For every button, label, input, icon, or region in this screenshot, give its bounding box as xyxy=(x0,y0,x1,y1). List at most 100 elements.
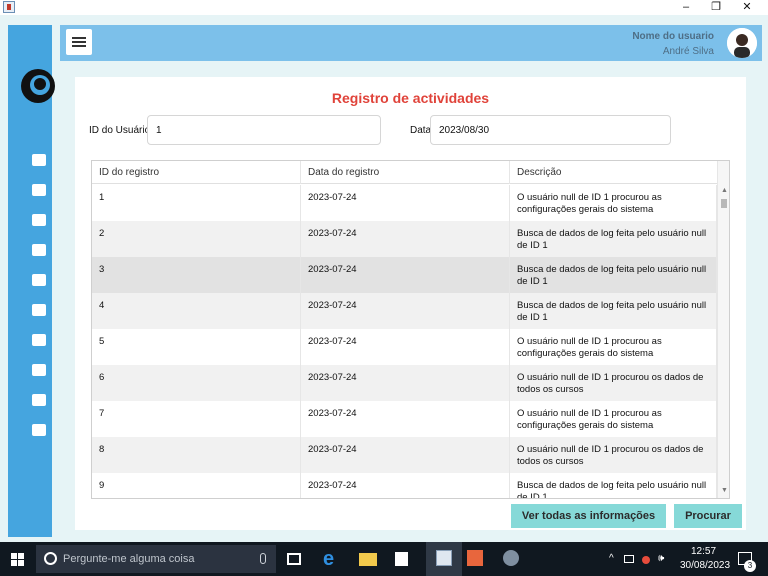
table-row[interactable]: 3 2023-07-24 Busca de dados de log feita p… xyxy=(92,257,717,293)
clock-time[interactable]: 12:57 xyxy=(691,546,716,557)
cell-description: Busca de dados de log feita pelo usuário… xyxy=(510,293,717,329)
store-icon[interactable] xyxy=(395,552,408,566)
cell-id: 5 xyxy=(92,329,301,365)
cell-date: 2023-07-24 xyxy=(301,185,510,221)
cell-id: 1 xyxy=(92,185,301,221)
cell-id: 9 xyxy=(92,473,301,498)
cell-date: 2023-07-24 xyxy=(301,293,510,329)
user-label: Nome do usuario xyxy=(632,31,714,42)
cell-date: 2023-07-24 xyxy=(301,473,510,498)
scroll-up-icon[interactable]: ▲ xyxy=(721,187,728,194)
avatar[interactable] xyxy=(727,28,757,58)
clock-date[interactable]: 30/08/2023 xyxy=(680,560,730,571)
logo-icon xyxy=(21,69,55,103)
calendar-icon[interactable] xyxy=(32,364,46,376)
sidebar xyxy=(8,25,55,537)
window-titlebar: – ❐ ✕ xyxy=(0,0,768,15)
taskbar-search[interactable]: Pergunte-me alguma coisa xyxy=(36,545,276,573)
menu-line xyxy=(72,37,86,39)
cell-date: 2023-07-24 xyxy=(301,221,510,257)
file-explorer-icon[interactable] xyxy=(359,553,377,566)
edge-icon[interactable]: e xyxy=(323,549,341,569)
user-id-field[interactable] xyxy=(147,115,381,145)
app-icon[interactable] xyxy=(503,550,519,566)
table-row[interactable]: 6 2023-07-24 O usuário null de ID 1 procur… xyxy=(92,365,717,401)
column-header-date[interactable]: Data do registro xyxy=(301,161,510,184)
id-card-icon[interactable] xyxy=(32,214,46,226)
java-app-icon xyxy=(3,1,15,13)
cell-description: O usuário null de ID 1 procurou os dados… xyxy=(510,437,717,473)
phone-icon[interactable] xyxy=(32,334,46,346)
table-row[interactable]: 9 2023-07-24 Busca de dados de log feita p… xyxy=(92,473,717,498)
search-doc-icon[interactable] xyxy=(32,394,46,406)
top-header: Nome do usuario André Silva xyxy=(60,25,762,61)
java-icon xyxy=(436,550,452,566)
search-button[interactable]: Procurar xyxy=(674,504,742,528)
image-icon[interactable] xyxy=(32,424,46,436)
cell-id: 3 xyxy=(92,257,301,293)
table-row[interactable]: 5 2023-07-24 O usuário null de ID 1 procur… xyxy=(92,329,717,365)
dashboard-icon[interactable] xyxy=(32,154,46,166)
cell-date: 2023-07-24 xyxy=(301,329,510,365)
notification-count: 3 xyxy=(744,560,756,572)
cell-description: O usuário null de ID 1 procurou as confi… xyxy=(510,185,717,221)
table-row[interactable]: 2 2023-07-24 Busca de dados de log feita p… xyxy=(92,221,717,257)
calculator-icon[interactable] xyxy=(32,274,46,286)
maximize-button[interactable]: ❐ xyxy=(702,0,730,15)
table-scrollbar[interactable]: ▲ ▼ xyxy=(717,161,729,498)
scroll-thumb[interactable] xyxy=(721,199,727,208)
cloud-icon[interactable] xyxy=(32,184,46,196)
page-title: Registro de actividades xyxy=(331,90,490,106)
tray-chevron-icon[interactable]: ^ xyxy=(609,553,614,564)
cell-description: Busca de dados de log feita pelo usuário… xyxy=(510,257,717,293)
graduation-cap-icon[interactable] xyxy=(32,244,46,256)
app-window: Nome do usuario André Silva Registro de … xyxy=(0,15,768,542)
user-name: André Silva xyxy=(662,46,714,57)
cell-date: 2023-07-24 xyxy=(301,257,510,293)
cell-id: 6 xyxy=(92,365,301,401)
cell-date: 2023-07-24 xyxy=(301,437,510,473)
cell-description: Busca de dados de log feita pelo usuário… xyxy=(510,473,717,498)
table-row[interactable]: 8 2023-07-24 O usuário null de ID 1 procur… xyxy=(92,437,717,473)
microphone-icon[interactable] xyxy=(260,553,266,564)
windows-start-icon[interactable] xyxy=(11,553,24,566)
column-header-id[interactable]: ID do registro xyxy=(92,161,301,184)
date-label: Data xyxy=(410,125,432,136)
menu-button[interactable] xyxy=(66,29,92,55)
java-taskbar-button[interactable] xyxy=(426,542,462,576)
cell-description: O usuário null de ID 1 procurou os dados… xyxy=(510,365,717,401)
column-header-description[interactable]: Descrição xyxy=(510,161,717,184)
cortana-icon xyxy=(44,552,57,565)
cell-id: 8 xyxy=(92,437,301,473)
stack-icon[interactable] xyxy=(32,304,46,316)
xampp-icon[interactable] xyxy=(467,550,483,566)
task-view-icon[interactable] xyxy=(287,553,301,565)
cell-id: 7 xyxy=(92,401,301,437)
sound-icon[interactable]: 🕪 xyxy=(658,553,664,564)
menu-line xyxy=(72,41,86,43)
network-icon[interactable] xyxy=(642,556,650,564)
table-body: 1 2023-07-24 O usuário null de ID 1 procur… xyxy=(92,185,717,498)
activity-table: ID do registro Data do registro Descriçã… xyxy=(91,160,730,499)
table-row[interactable]: 4 2023-07-24 Busca de dados de log feita p… xyxy=(92,293,717,329)
table-row[interactable]: 1 2023-07-24 O usuário null de ID 1 procur… xyxy=(92,185,717,221)
cell-description: O usuário null de ID 1 procurou as confi… xyxy=(510,329,717,365)
user-id-label: ID do Usuário xyxy=(89,125,151,136)
cell-description: O usuário null de ID 1 procurou as confi… xyxy=(510,401,717,437)
view-all-button[interactable]: Ver todas as informações xyxy=(511,504,666,528)
table-header: ID do registro Data do registro Descriçã… xyxy=(92,161,717,184)
battery-icon[interactable] xyxy=(624,555,634,563)
cell-description: Busca de dados de log feita pelo usuário… xyxy=(510,221,717,257)
table-row[interactable]: 7 2023-07-24 O usuário null de ID 1 procur… xyxy=(92,401,717,437)
cell-id: 4 xyxy=(92,293,301,329)
main-panel: Registro de actividades ID do Usuário Da… xyxy=(75,77,746,530)
cell-id: 2 xyxy=(92,221,301,257)
taskbar: Pergunte-me alguma coisa e ^ 🕪 12:57 30/… xyxy=(0,542,768,576)
cell-date: 2023-07-24 xyxy=(301,365,510,401)
minimize-button[interactable]: – xyxy=(672,0,700,15)
close-button[interactable]: ✕ xyxy=(733,0,761,15)
cell-date: 2023-07-24 xyxy=(301,401,510,437)
scroll-down-icon[interactable]: ▼ xyxy=(721,487,728,494)
date-field[interactable] xyxy=(430,115,671,145)
menu-line xyxy=(72,45,86,47)
